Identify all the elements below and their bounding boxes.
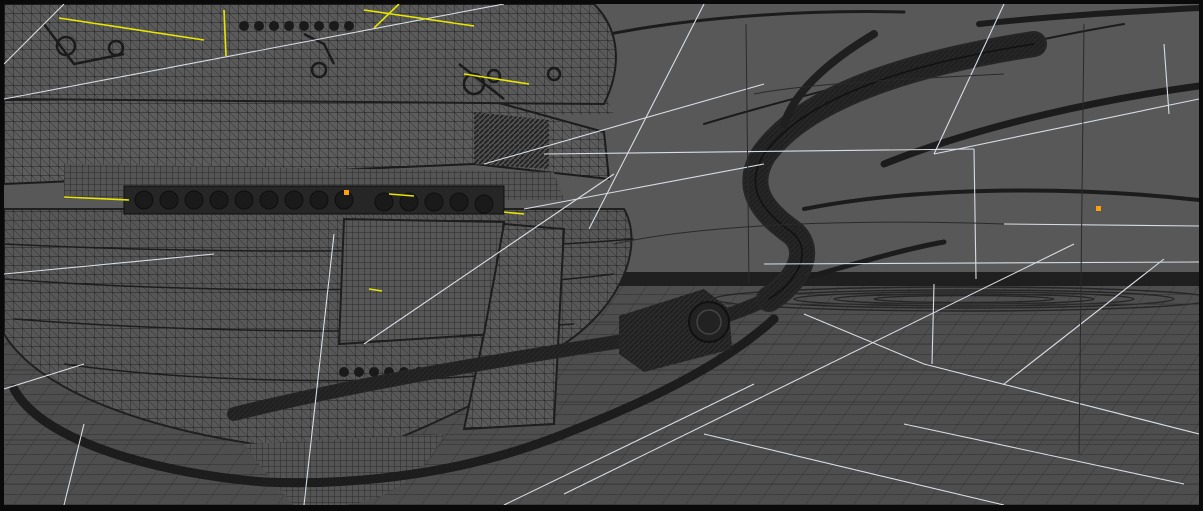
bead-ring xyxy=(123,185,505,215)
viewport-window xyxy=(0,0,1203,511)
3d-wireframe-viewport[interactable] xyxy=(4,4,1199,505)
viewport-canvas[interactable] xyxy=(4,4,1199,505)
